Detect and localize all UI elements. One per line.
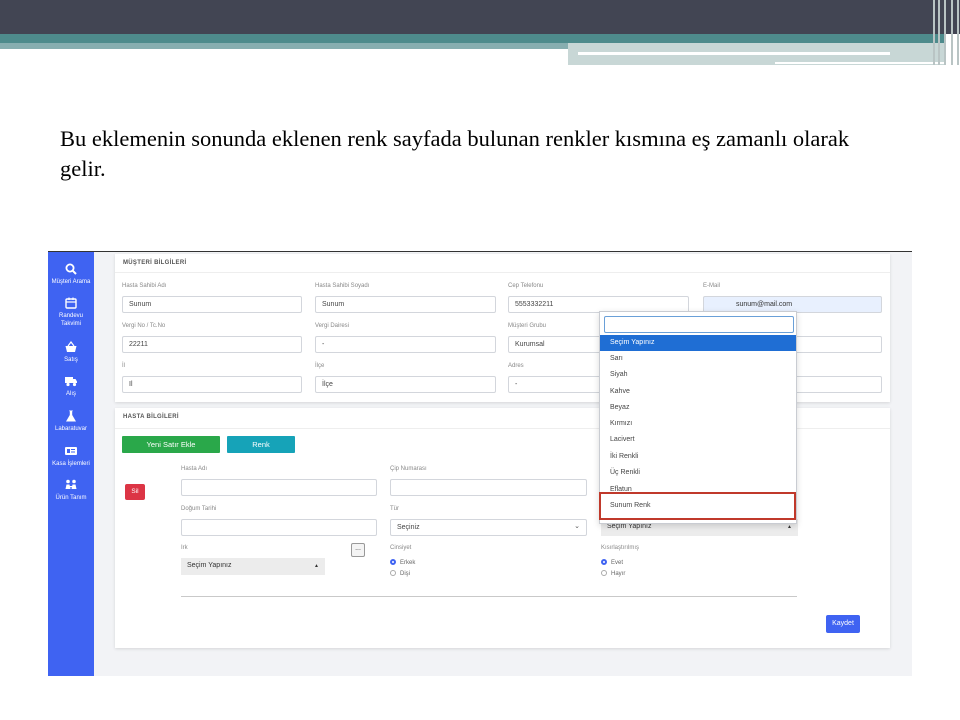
slide-vertical-lines — [930, 0, 960, 65]
dropdown-search-input[interactable] — [604, 316, 794, 333]
chip-number-label: Çip Numarası — [390, 466, 427, 472]
slide-accent-band — [0, 34, 945, 43]
gender-label: Cinsiyet — [390, 545, 412, 551]
radio-checked-icon — [390, 559, 396, 565]
sidebar-item-appointment[interactable]: Randevu Takvimi — [48, 296, 94, 328]
dropdown-option[interactable]: Lacivert — [600, 432, 796, 448]
breed-select[interactable]: Seçim Yapınız ▲ — [181, 558, 325, 575]
patient-name-label: Hasta Adı — [181, 466, 208, 472]
sidebar-item-purchase[interactable]: Alış — [48, 374, 94, 398]
people-icon — [65, 479, 77, 489]
slide-body-text: Bu eklemenin sonunda eklenen renk sayfad… — [60, 126, 850, 181]
more-button[interactable]: ... — [351, 543, 365, 557]
dropdown-option[interactable]: Üç Renkli — [600, 465, 796, 481]
slide-header-band — [0, 0, 960, 34]
annotation-highlight-box — [599, 492, 796, 520]
color-button[interactable]: Renk — [227, 436, 295, 453]
sidebar-item-label: Alış — [65, 391, 76, 397]
breed-select-value: Seçim Yapınız — [187, 562, 232, 569]
truck-icon — [65, 377, 77, 387]
gender-radio-female[interactable]: Dişi — [390, 570, 410, 578]
birth-date-label: Doğum Tarihi — [181, 506, 217, 512]
species-select-value: Seçiniz — [397, 524, 420, 531]
sidebar-item-customer-search[interactable]: Müşteri Arama — [48, 262, 94, 286]
owner-surname-label: Hasta Sahibi Soyadı — [315, 283, 370, 289]
slide-accent-line — [578, 52, 890, 55]
chevron-down-icon: ⌄ — [574, 523, 580, 530]
neutered-radio-no[interactable]: Hayır — [601, 570, 625, 578]
sidebar-item-label: Ürün Tanım — [55, 495, 87, 501]
address-label: Adres — [508, 363, 524, 369]
dropdown-option[interactable]: Seçim Yapınız — [600, 335, 796, 351]
dropdown-option[interactable]: İki Renkli — [600, 449, 796, 465]
email-label: E-Mail — [703, 283, 721, 289]
tax-no-label: Vergi No / Tc.No — [122, 323, 166, 329]
caret-up-icon: ▲ — [787, 524, 792, 530]
breed-label: Irk — [181, 545, 188, 551]
province-input[interactable]: Il — [122, 376, 302, 393]
search-icon — [65, 263, 77, 275]
neutered-option-label: Evet — [611, 560, 624, 566]
customer-section-title: MÜŞTERİ BİLGİLERİ — [123, 260, 187, 266]
radio-checked-icon — [601, 559, 607, 565]
district-input[interactable]: İlçe — [315, 376, 496, 393]
dropdown-option[interactable]: Sarı — [600, 351, 796, 367]
sidebar-item-cash[interactable]: Kasa İşlemleri — [48, 444, 94, 468]
patient-name-input[interactable] — [181, 479, 377, 496]
sidebar-item-label: Randevu Takvimi — [58, 313, 84, 327]
district-label: İlçe — [315, 363, 325, 369]
owner-name-input[interactable]: Sunum — [122, 296, 302, 313]
species-select[interactable]: Seçiniz ⌄ — [390, 519, 587, 536]
sidebar-item-sales[interactable]: Satış — [48, 340, 94, 364]
gender-radio-male[interactable]: Erkek — [390, 559, 415, 567]
phone-label: Cep Telefonu — [508, 283, 544, 289]
owner-surname-input[interactable]: Sunum — [315, 296, 496, 313]
sidebar-item-label: Müşteri Arama — [51, 279, 91, 285]
gender-option-label: Dişi — [400, 571, 410, 577]
chip-number-input[interactable] — [390, 479, 587, 496]
sidebar-item-label: Kasa İşlemleri — [52, 461, 90, 467]
slide-accent-line — [775, 62, 945, 64]
radio-unchecked-icon — [390, 570, 396, 576]
province-label: İl — [122, 363, 125, 369]
flask-icon — [66, 410, 76, 422]
dropdown-option[interactable]: Kırmızı — [600, 416, 796, 432]
basket-icon — [65, 341, 77, 352]
neutered-label: Kısırlaştırılmış — [601, 545, 640, 551]
tax-office-input[interactable]: - — [315, 336, 496, 353]
gender-option-label: Erkek — [400, 560, 416, 566]
caret-up-icon: ▲ — [314, 563, 319, 569]
sidebar-item-label: Labaratuvar — [54, 426, 88, 432]
dropdown-option[interactable]: Beyaz — [600, 400, 796, 416]
owner-name-label: Hasta Sahibi Adı — [122, 283, 167, 289]
calendar-icon — [65, 297, 77, 309]
color-select-value: Seçim Yapınız — [607, 523, 652, 530]
sidebar: Müşteri Arama Randevu Takvimi Satış Alış… — [48, 252, 94, 676]
sidebar-item-laboratory[interactable]: Labaratuvar — [48, 409, 94, 433]
neutered-radio-yes[interactable]: Evet — [601, 559, 623, 567]
radio-unchecked-icon — [601, 570, 607, 576]
species-label: Tür — [390, 506, 399, 512]
patient-section-title: HASTA BİLGİLERİ — [123, 414, 179, 420]
save-button[interactable]: Kaydet — [826, 615, 860, 633]
sidebar-item-product[interactable]: Ürün Tanım — [48, 478, 94, 502]
customer-group-label: Müşteri Grubu — [508, 323, 547, 329]
app-screenshot: Müşteri Arama Randevu Takvimi Satış Alış… — [48, 251, 912, 676]
cash-icon — [65, 447, 77, 455]
slide-accent-stripe — [0, 43, 568, 49]
add-row-button[interactable]: Yeni Satır Ekle — [122, 436, 220, 453]
tax-office-label: Vergi Dairesi — [315, 323, 350, 329]
sidebar-item-label: Satış — [64, 357, 78, 363]
dropdown-option[interactable]: Kahve — [600, 384, 796, 400]
tax-no-input[interactable]: 22211 — [122, 336, 302, 353]
row-divider — [181, 596, 797, 597]
neutered-option-label: Hayır — [611, 571, 626, 577]
delete-button[interactable]: Sil — [125, 484, 145, 500]
birth-date-input[interactable] — [181, 519, 377, 536]
dropdown-option[interactable]: Siyah — [600, 367, 796, 383]
